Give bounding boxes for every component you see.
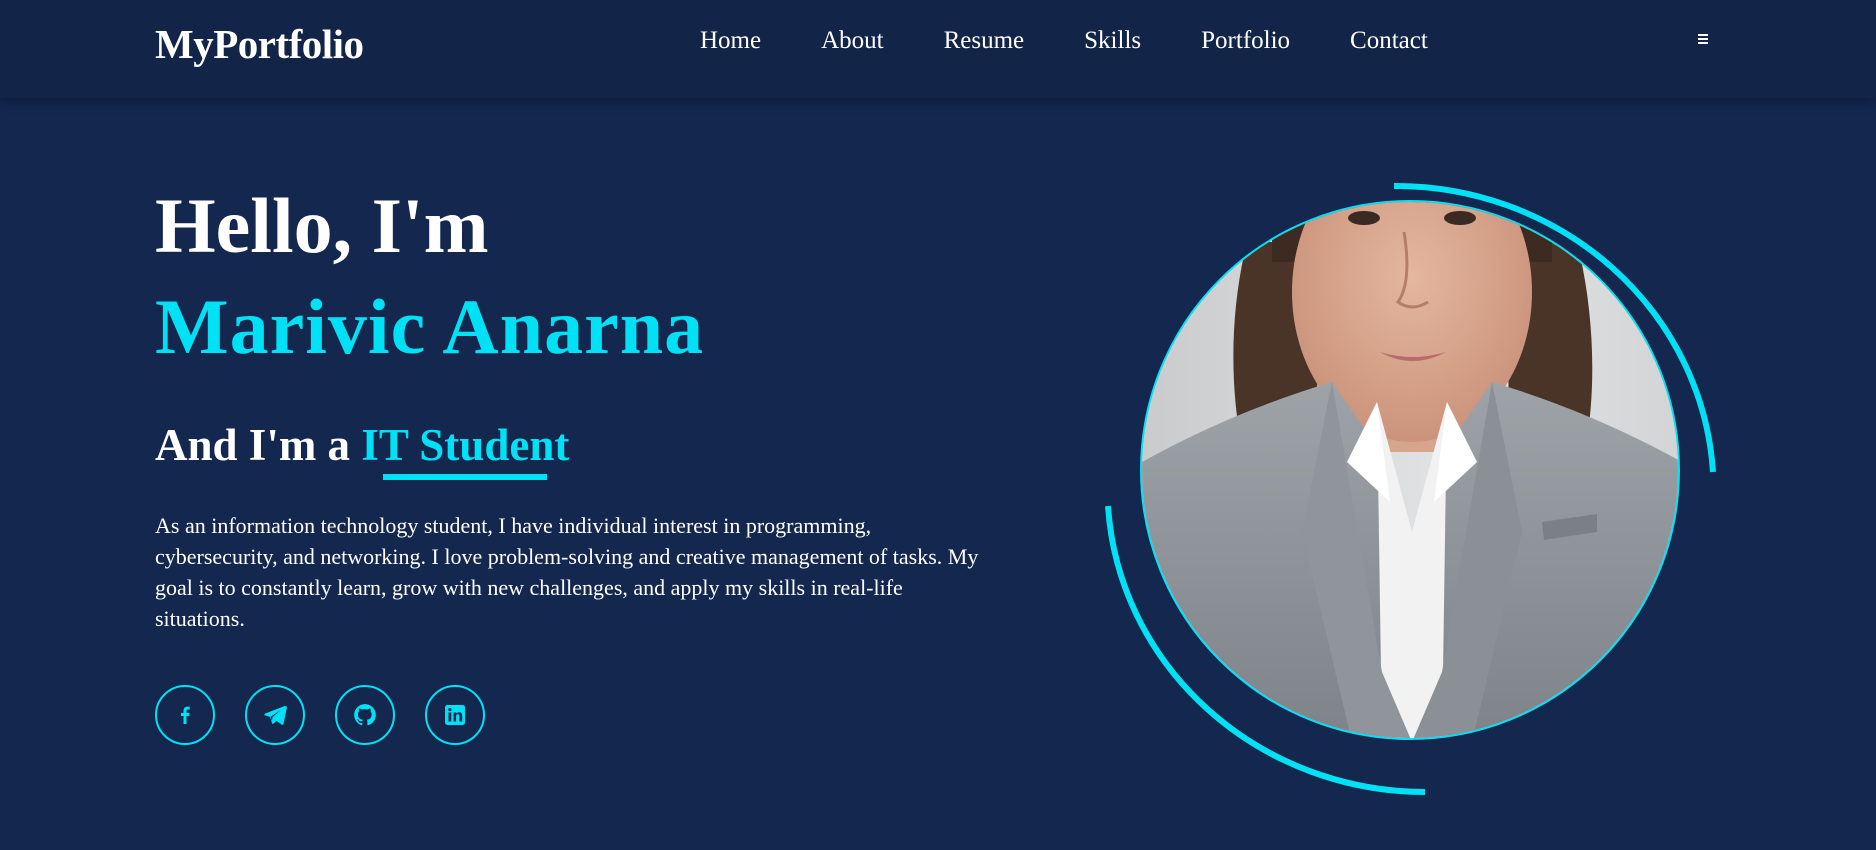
- hero-greeting: Hello, I'm: [155, 182, 489, 269]
- nav-link-resume[interactable]: Resume: [944, 27, 1025, 55]
- role-line: And I'm a IT Student: [155, 418, 985, 480]
- github-link[interactable]: [335, 685, 395, 745]
- telegram-link[interactable]: [245, 685, 305, 745]
- telegram-icon: [264, 705, 287, 725]
- linkedin-link[interactable]: [425, 685, 485, 745]
- nav-link-contact[interactable]: Contact: [1350, 27, 1428, 55]
- profile-photo: [1140, 200, 1680, 740]
- facebook-icon: [181, 706, 190, 724]
- nav-link-skills[interactable]: Skills: [1084, 27, 1141, 55]
- logo[interactable]: MyPortfolio: [155, 20, 364, 68]
- hero-text: Hello, I'm Marivic Anarna And I'm a IT S…: [155, 180, 985, 656]
- role-prefix: And I'm a: [155, 420, 351, 470]
- hamburger-menu-icon[interactable]: [1696, 34, 1710, 46]
- github-icon: [354, 704, 376, 726]
- nav-link-about[interactable]: About: [821, 27, 884, 55]
- role-highlight: IT Student: [361, 418, 570, 480]
- role-text: IT Student: [361, 420, 570, 470]
- linkedin-icon: [445, 705, 465, 725]
- nav-links: Home About Resume Skills Portfolio Conta…: [700, 27, 1428, 55]
- nav-link-home[interactable]: Home: [700, 27, 761, 55]
- nav-link-portfolio[interactable]: Portfolio: [1201, 27, 1290, 55]
- role-underline: [383, 474, 548, 480]
- profile-photo-wrap: [1100, 180, 1720, 800]
- menu-bar: [1698, 42, 1708, 44]
- portrait-image: [1142, 202, 1678, 738]
- menu-bar: [1698, 34, 1708, 36]
- hero-name: Marivic Anarna: [155, 283, 705, 370]
- navbar: MyPortfolio Home About Resume Skills Por…: [0, 0, 1876, 98]
- menu-bar: [1698, 38, 1708, 40]
- facebook-link[interactable]: [155, 685, 215, 745]
- hero-bio: As an information technology student, I …: [155, 513, 979, 631]
- social-links: [155, 685, 515, 745]
